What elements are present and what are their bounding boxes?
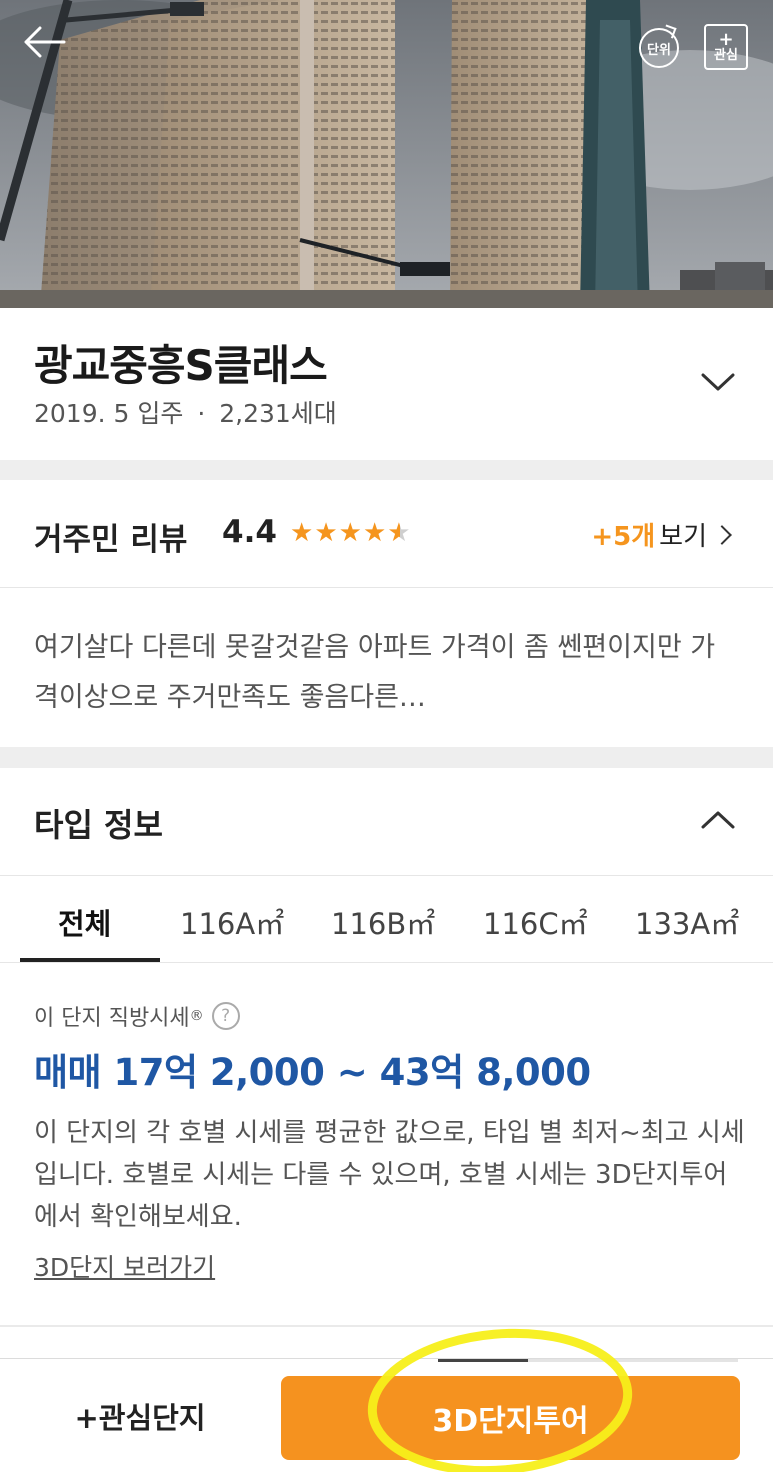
price-range: 매매 17억 2,000 ~ 43억 8,000 [34,1051,591,1094]
star-half-icon: ★ [387,518,411,548]
chevron-down-icon[interactable] [700,370,736,394]
hero-image: 단위 + 관심 [0,0,773,308]
back-button[interactable] [22,26,74,70]
price-description: 이 단지의 각 호별 시세를 평균한 값으로, 타입 별 최저~최고 시세입니다… [34,1118,745,1232]
chevron-right-icon [712,524,732,545]
content-divider [0,1325,773,1327]
favorite-label: 관심 [714,47,738,63]
rating-stars: ★ ★ ★ ★ ★ [290,518,411,548]
review-excerpt: 여기살다 다른데 못갈것같음 아파트 가격이 좀 쎈편이지만 가격이상으로 주거… [34,632,716,713]
add-favorite-complex-button[interactable]: +관심단지 [30,1379,250,1453]
complex-summary[interactable]: 광교중흥S클래스 2019. 5 입주 · 2,231세대 [0,308,773,460]
star-icon: ★ [338,518,362,548]
review-rating: 4.4 [222,514,277,550]
tab-116a[interactable]: 116A㎡ [180,901,284,943]
household-count: 2,231세대 [219,399,337,428]
resident-review-header: 거주민 리뷰 4.4 ★ ★ ★ ★ ★ +5개 보기 [0,480,773,588]
complex-meta: 2019. 5 입주 · 2,231세대 [34,394,337,430]
review-more-label: 보기 [659,522,707,552]
section-divider [0,460,773,480]
review-more-count: +5개 [591,522,656,552]
registered-mark: ® [189,1008,204,1024]
tab-116b[interactable]: 116B㎡ [331,901,435,943]
unit-refresh-icon: 단위 [639,28,679,68]
complex-name: 광교중흥S클래스 [34,341,328,390]
active-tab-indicator [20,958,160,962]
star-icon: ★ [290,518,314,548]
type-info-title: 타입 정보 [34,806,163,844]
meta-separator: · [197,399,206,428]
help-icon[interactable]: ? [211,1002,240,1030]
price-section: 이 단지 직방시세 ® ? 매매 17억 2,000 ~ 43억 8,000 이 … [0,964,773,1324]
scroll-indicator [438,1359,528,1362]
arrow-left-icon [24,26,66,58]
type-info-header[interactable]: 타입 정보 [0,768,773,876]
3d-complex-link[interactable]: 3D단지 보러가기 [34,1248,215,1284]
3d-tour-button[interactable]: 3D단지투어 [281,1376,740,1460]
review-title: 거주민 리뷰 [34,522,188,558]
tab-116c[interactable]: 116C㎡ [483,901,588,943]
unit-label: 단위 [647,42,671,58]
tab-133a[interactable]: 133A㎡ [635,901,739,943]
review-more-link[interactable]: +5개 보기 [591,516,732,553]
plus-icon: + [718,28,734,50]
type-tabs: 전체 116A㎡ 116B㎡ 116C㎡ 133A㎡ [0,877,773,963]
price-label: 이 단지 직방시세 ® ? [34,1000,240,1032]
unit-toggle-button[interactable]: 단위 [636,28,682,68]
star-icon: ★ [362,518,387,548]
section-divider [0,747,773,768]
chevron-up-icon[interactable] [700,808,736,832]
tab-all[interactable]: 전체 [58,901,111,943]
price-label-text: 이 단지 직방시세 [34,1006,190,1031]
move-in-date: 2019. 5 입주 [34,399,184,428]
favorite-button[interactable]: + 관심 [704,24,748,70]
star-icon: ★ [314,518,338,548]
scroll-track [528,1359,738,1362]
bottom-action-bar: +관심단지 3D단지투어 [0,1358,773,1472]
review-excerpt-card[interactable]: 여기살다 다른데 못갈것같음 아파트 가격이 좀 쎈편이지만 가격이상으로 주거… [0,589,773,747]
